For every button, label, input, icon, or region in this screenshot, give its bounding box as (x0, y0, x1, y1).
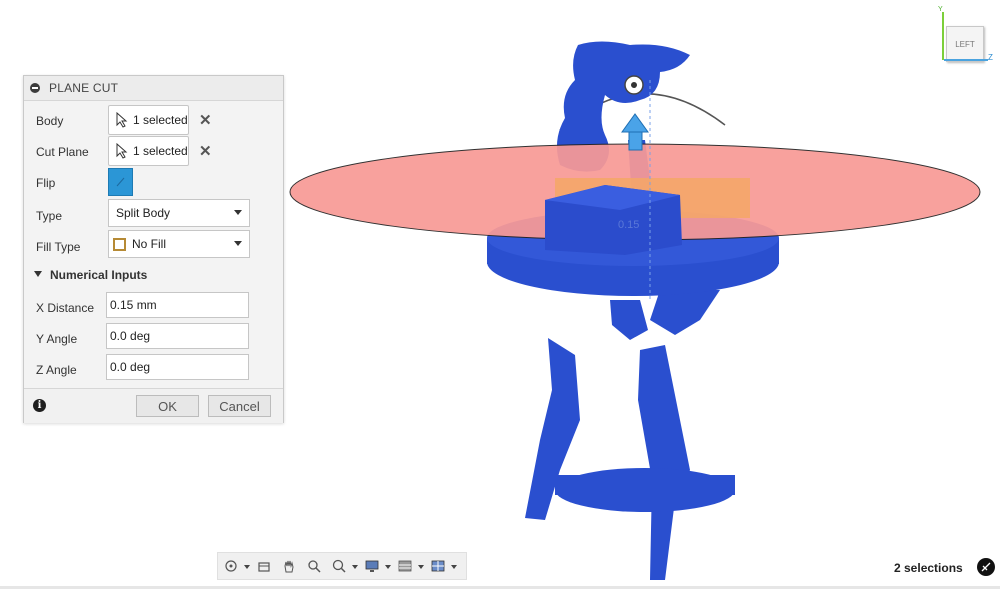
y-angle-input[interactable]: 0.0 deg (106, 323, 249, 349)
body-selection[interactable]: 1 selected (108, 105, 189, 135)
rotate-handle[interactable] (624, 75, 644, 95)
x-distance-row: X Distance 0.15 mm (24, 291, 283, 321)
fill-type-value: No Fill (132, 237, 167, 251)
type-row: Type Split Body (24, 198, 283, 228)
y-axis-line (942, 12, 944, 60)
grid-dropdown[interactable] (417, 555, 425, 577)
cube-face-left[interactable]: LEFT (946, 26, 984, 62)
cut-plane-row: Cut Plane 1 selected ✕ (24, 136, 283, 166)
info-icon[interactable]: i (33, 399, 46, 412)
y-axis-label: Y (938, 6, 943, 13)
type-dropdown[interactable]: Split Body (108, 199, 250, 227)
y-angle-row: Y Angle 0.0 deg (24, 322, 283, 352)
display-settings-icon[interactable] (359, 555, 384, 577)
cut-plane-label: Cut Plane (36, 145, 89, 159)
zoom-dropdown[interactable] (351, 555, 359, 577)
no-fill-icon (113, 237, 126, 251)
measure-label: 0.15 (618, 219, 639, 231)
z-angle-label: Z Angle (36, 363, 77, 377)
body-label: Body (36, 114, 64, 128)
numerical-inputs-header[interactable]: Numerical Inputs (24, 261, 283, 291)
y-angle-label: Y Angle (36, 332, 78, 346)
z-axis-line (944, 59, 988, 61)
pan-icon[interactable] (276, 555, 301, 577)
fill-type-label: Fill Type (36, 240, 81, 254)
type-value: Split Body (116, 206, 171, 220)
cancel-button[interactable]: Cancel (208, 395, 271, 417)
flip-label: Flip (36, 176, 56, 190)
fill-type-row: Fill Type No Fill (24, 229, 283, 259)
selection-count: 2 selections (894, 561, 963, 575)
orbit-dropdown[interactable] (243, 555, 251, 577)
dialog-header: PLANE CUT (24, 76, 283, 101)
clear-cut-plane-icon[interactable]: ✕ (199, 144, 212, 159)
x-distance-label: X Distance (36, 301, 95, 315)
collapse-icon[interactable] (30, 83, 40, 93)
x-distance-input[interactable]: 0.15 mm (106, 292, 249, 318)
view-cube[interactable]: Y LEFT Z (938, 6, 996, 68)
orbit-icon[interactable] (218, 555, 243, 577)
z-angle-input[interactable]: 0.0 deg (106, 354, 249, 380)
cursor-icon (116, 112, 128, 128)
pedestal-block (545, 185, 682, 255)
type-label: Type (36, 209, 63, 223)
flip-icon (116, 177, 125, 187)
numerical-inputs-label: Numerical Inputs (50, 268, 148, 282)
plane-cut-dialog: PLANE CUT Body 1 selected ✕ Cut Plane 1 … (23, 75, 284, 423)
clear-body-icon[interactable]: ✕ (199, 113, 212, 128)
selection-filter-icon[interactable] (977, 558, 995, 576)
display-dropdown[interactable] (384, 555, 392, 577)
body-row: Body 1 selected ✕ (24, 105, 283, 135)
look-at-icon[interactable] (251, 555, 276, 577)
viewports-dropdown[interactable] (450, 555, 458, 577)
z-axis-label: Z (988, 53, 993, 62)
body-selection-text: 1 selected (133, 113, 188, 127)
chevron-down-icon (234, 241, 242, 246)
cut-plane-selection[interactable]: 1 selected (108, 136, 189, 166)
flip-button[interactable] (108, 168, 133, 196)
dialog-body: Body 1 selected ✕ Cut Plane 1 selected ✕… (24, 101, 283, 389)
flip-row: Flip (24, 167, 283, 197)
chevron-down-icon (234, 210, 242, 215)
zoom-icon[interactable] (301, 555, 326, 577)
fit-icon[interactable] (326, 555, 351, 577)
viewports-icon[interactable] (425, 555, 450, 577)
navigation-toolbar (217, 552, 467, 580)
section-toggle-icon[interactable] (34, 271, 42, 277)
z-angle-row: Z Angle 0.0 deg (24, 353, 283, 383)
dialog-footer: i OK Cancel (24, 388, 283, 423)
cursor-icon (116, 143, 128, 159)
cut-plane-selection-text: 1 selected (133, 144, 188, 158)
grid-settings-icon[interactable] (392, 555, 417, 577)
ok-button[interactable]: OK (136, 395, 199, 417)
fill-type-dropdown[interactable]: No Fill (108, 230, 250, 258)
dialog-title: PLANE CUT (49, 81, 119, 95)
